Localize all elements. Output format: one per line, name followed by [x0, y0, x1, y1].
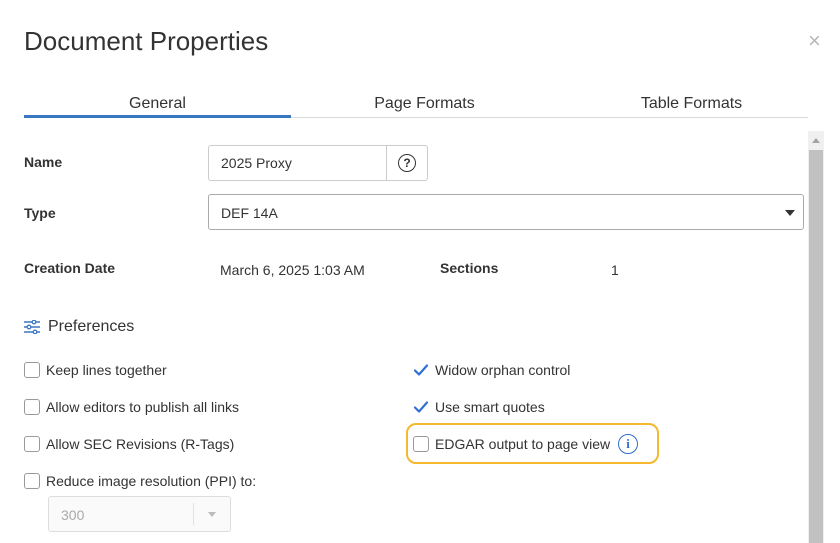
sliders-icon: [24, 320, 40, 334]
widow-orphan-control-option[interactable]: Widow orphan control: [413, 362, 570, 378]
use-smart-quotes-checkbox[interactable]: [413, 399, 429, 415]
allow-sec-revisions-option[interactable]: Allow SEC Revisions (R-Tags): [24, 436, 234, 452]
keep-lines-together-checkbox[interactable]: [24, 362, 40, 378]
name-label: Name: [24, 154, 63, 170]
preferences-heading: Preferences: [24, 318, 134, 336]
ppi-select-value: 300: [61, 507, 85, 523]
allow-editors-publish-links-label: Allow editors to publish all links: [46, 399, 239, 415]
sections-value: 1: [611, 262, 619, 278]
name-input[interactable]: [208, 145, 386, 181]
reduce-image-resolution-label: Reduce image resolution (PPI) to:: [46, 473, 257, 489]
chevron-down-icon: [785, 210, 795, 216]
info-icon[interactable]: i: [618, 434, 639, 454]
widow-orphan-control-checkbox[interactable]: [413, 362, 429, 378]
type-select-value: DEF 14A: [221, 205, 278, 221]
tab-general[interactable]: General: [24, 95, 291, 113]
tab-page-formats[interactable]: Page Formats: [291, 95, 558, 113]
type-select[interactable]: DEF 14A: [208, 194, 804, 230]
ppi-select-divider: [193, 503, 194, 525]
scrollbar-thumb[interactable]: [809, 150, 823, 543]
ppi-select[interactable]: 300: [48, 496, 231, 532]
checkmark-icon: [413, 401, 429, 413]
reduce-image-resolution-option[interactable]: Reduce image resolution (PPI) to:: [24, 473, 256, 489]
active-tab-indicator: [24, 115, 291, 118]
keep-lines-together-option[interactable]: Keep lines together: [24, 362, 167, 378]
creation-date-label: Creation Date: [24, 260, 116, 276]
allow-editors-publish-links-checkbox[interactable]: [24, 399, 40, 415]
sections-label: Sections: [440, 260, 499, 276]
creation-date-value: March 6, 2025 1:03 AM: [220, 262, 365, 278]
type-label: Type: [24, 205, 56, 221]
edgar-output-page-view-checkbox[interactable]: [413, 436, 429, 452]
preferences-title: Preferences: [48, 318, 135, 335]
edgar-output-page-view-option[interactable]: EDGAR output to page view i: [413, 434, 639, 454]
widow-orphan-control-label: Widow orphan control: [435, 362, 571, 378]
edgar-output-page-view-label: EDGAR output to page view: [435, 436, 611, 452]
close-icon[interactable]: ×: [808, 30, 821, 52]
allow-editors-publish-links-option[interactable]: Allow editors to publish all links: [24, 399, 239, 415]
allow-sec-revisions-checkbox[interactable]: [24, 436, 40, 452]
question-icon: ?: [398, 154, 416, 172]
dialog-title: Document Properties: [24, 26, 269, 56]
keep-lines-together-label: Keep lines together: [46, 362, 167, 378]
use-smart-quotes-label: Use smart quotes: [435, 399, 545, 415]
chevron-down-icon: [208, 512, 216, 517]
tab-table-formats[interactable]: Table Formats: [558, 95, 825, 113]
use-smart-quotes-option[interactable]: Use smart quotes: [413, 399, 545, 415]
reduce-image-resolution-checkbox[interactable]: [24, 473, 40, 489]
name-help-button[interactable]: ?: [386, 145, 428, 181]
scroll-up-arrow-icon[interactable]: [812, 138, 820, 143]
checkmark-icon: [413, 364, 429, 376]
allow-sec-revisions-label: Allow SEC Revisions (R-Tags): [46, 436, 235, 452]
